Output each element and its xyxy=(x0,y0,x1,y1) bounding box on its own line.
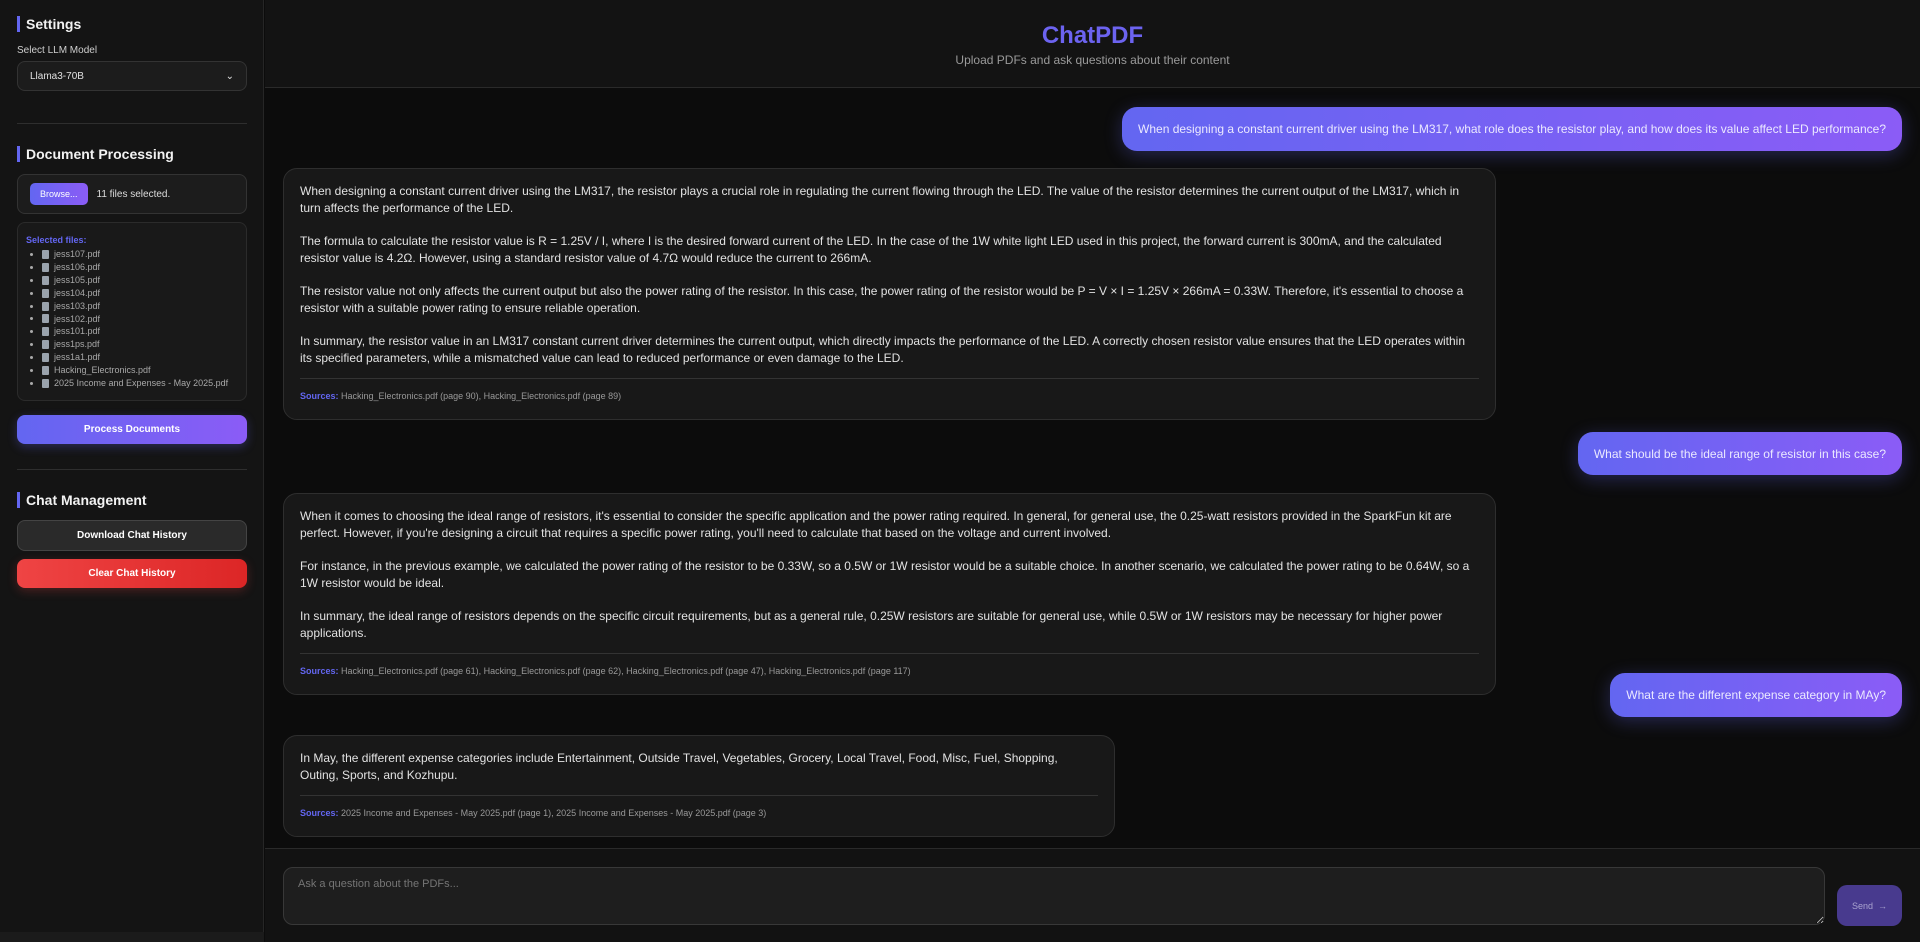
assistant-message: In May, the different expense categories… xyxy=(283,735,1115,837)
bullet xyxy=(30,382,33,386)
answer-paragraph: In summary, the resistor value in an LM3… xyxy=(300,334,1466,365)
message-sources: Sources: 2025 Income and Expenses - May … xyxy=(300,795,1098,822)
sources-label: Sources: xyxy=(300,808,339,818)
divider xyxy=(17,469,247,470)
selected-files-list: Selected files: jess107.pdf jess106.pdf je… xyxy=(17,222,247,401)
question-input[interactable] xyxy=(283,867,1825,925)
answer-paragraph: When it comes to choosing the ideal rang… xyxy=(300,509,1452,540)
user-message-text: What are the different expense category … xyxy=(1626,688,1886,702)
file-item: jess1a1.pdf xyxy=(26,351,238,364)
file-item: jess103.pdf xyxy=(26,300,238,313)
download-chat-history-button[interactable]: Download Chat History xyxy=(17,520,247,551)
sources-text: Hacking_Electronics.pdf (page 90), Hacki… xyxy=(341,391,622,401)
bullet xyxy=(30,304,33,308)
model-label: Select LLM Model xyxy=(17,45,98,56)
bullet xyxy=(30,317,33,321)
answer-paragraph: In May, the different expense categories… xyxy=(300,751,1058,782)
answer-paragraph: When designing a constant current driver… xyxy=(300,184,1460,215)
file-item: jess102.pdf xyxy=(26,313,238,326)
file-item: jess101.pdf xyxy=(26,325,238,338)
file-name: 2025 Income and Expenses - May 2025.pdf xyxy=(54,378,229,389)
file-name: jess101.pdf xyxy=(54,326,101,337)
file-item: jess1ps.pdf xyxy=(26,338,238,351)
message-sources: Sources: Hacking_Electronics.pdf (page 9… xyxy=(300,378,1479,405)
bullet xyxy=(30,356,33,360)
bullet xyxy=(30,369,33,373)
file-name: jess1a1.pdf xyxy=(54,352,101,363)
file-name: jess107.pdf xyxy=(54,249,101,259)
bullet xyxy=(30,291,33,295)
document-icon xyxy=(42,314,49,324)
file-item: 2025 Income and Expenses - May 2025.pdf xyxy=(26,377,238,390)
bullet xyxy=(30,343,33,347)
file-item: jess104.pdf xyxy=(26,287,238,300)
bullet xyxy=(30,265,33,269)
app-subtitle: Upload PDFs and ask questions about thei… xyxy=(955,53,1230,67)
arrow-right-icon: → xyxy=(1878,900,1888,911)
answer-paragraph: In summary, the ideal range of resistors… xyxy=(300,609,1443,640)
document-icon xyxy=(42,275,49,285)
document-icon xyxy=(42,301,49,311)
file-name: jess103.pdf xyxy=(54,300,101,311)
file-count: 11 files selected. xyxy=(96,188,171,200)
answer-paragraph: The resistor value not only affects the … xyxy=(300,284,1464,315)
assistant-message: When designing a constant current driver… xyxy=(283,168,1496,420)
app-title: ChatPDF xyxy=(1041,22,1144,49)
bullet xyxy=(30,330,33,334)
file-name: jess105.pdf xyxy=(54,274,101,285)
header: ChatPDF Upload PDFs and ask questions ab… xyxy=(265,0,1920,88)
user-message: When designing a constant current driver… xyxy=(1122,107,1902,151)
send-button[interactable]: Send → xyxy=(1837,885,1902,926)
answer-paragraph: For instance, in the previous example, w… xyxy=(300,559,1470,590)
document-icon xyxy=(42,262,49,272)
document-icon xyxy=(42,353,49,363)
document-icon xyxy=(42,288,49,298)
file-name: Hacking_Electronics.pdf xyxy=(54,365,151,376)
file-name: jess102.pdf xyxy=(54,313,101,324)
user-message: What should be the ideal range of resist… xyxy=(1577,432,1902,475)
assistant-message: When it comes to choosing the ideal rang… xyxy=(283,493,1496,695)
sources-label: Sources: xyxy=(300,666,339,676)
bullet xyxy=(30,278,33,282)
input-bar: Send → xyxy=(265,848,1920,942)
file-name: jess1ps.pdf xyxy=(54,339,100,350)
file-item: Hacking_Electronics.pdf xyxy=(26,364,238,377)
document-icon xyxy=(42,249,49,259)
sources-text: 2025 Income and Expenses - May 2025.pdf … xyxy=(341,808,767,818)
browse-button[interactable]: Browse... xyxy=(30,183,88,205)
chat-management-heading: Chat Management xyxy=(17,492,147,508)
selected-files-label: Selected files: xyxy=(26,235,87,245)
sidebar: Settings Select LLM Model Llama3-70B ⌄ Do… xyxy=(0,0,264,932)
answer-paragraph: The formula to calculate the resistor va… xyxy=(300,234,1442,265)
bullet xyxy=(30,252,33,256)
sources-label: Sources: xyxy=(300,391,339,401)
divider xyxy=(17,123,247,124)
user-message-text: What should be the ideal range of resist… xyxy=(1593,446,1886,461)
clear-chat-history-button[interactable]: Clear Chat History xyxy=(17,559,247,588)
document-icon xyxy=(42,340,49,350)
chevron-down-icon: ⌄ xyxy=(225,70,234,82)
file-item: jess105.pdf xyxy=(26,274,238,287)
settings-heading: Settings xyxy=(17,16,81,32)
sidebar-footer xyxy=(0,932,264,942)
file-name: jess106.pdf xyxy=(54,261,101,272)
document-icon xyxy=(42,366,49,376)
file-item: jess106.pdf xyxy=(26,261,238,274)
user-message-text: When designing a constant current driver… xyxy=(1138,122,1886,136)
process-documents-button[interactable]: Process Documents xyxy=(17,415,247,444)
file-item: jess107.pdf xyxy=(26,248,238,261)
sources-text: Hacking_Electronics.pdf (page 61), Hacki… xyxy=(341,666,911,676)
send-label: Send xyxy=(1851,900,1874,911)
document-processing-heading: Document Processing xyxy=(17,146,174,162)
model-value: Llama3-70B xyxy=(30,70,84,82)
file-name: jess104.pdf xyxy=(54,287,101,298)
model-select[interactable]: Llama3-70B ⌄ xyxy=(17,61,247,91)
document-icon xyxy=(42,327,49,337)
document-icon xyxy=(42,379,49,389)
file-input[interactable]: Browse... 11 files selected. xyxy=(17,174,247,214)
user-message: What are the different expense category … xyxy=(1610,673,1902,717)
message-sources: Sources: Hacking_Electronics.pdf (page 6… xyxy=(300,653,1479,680)
